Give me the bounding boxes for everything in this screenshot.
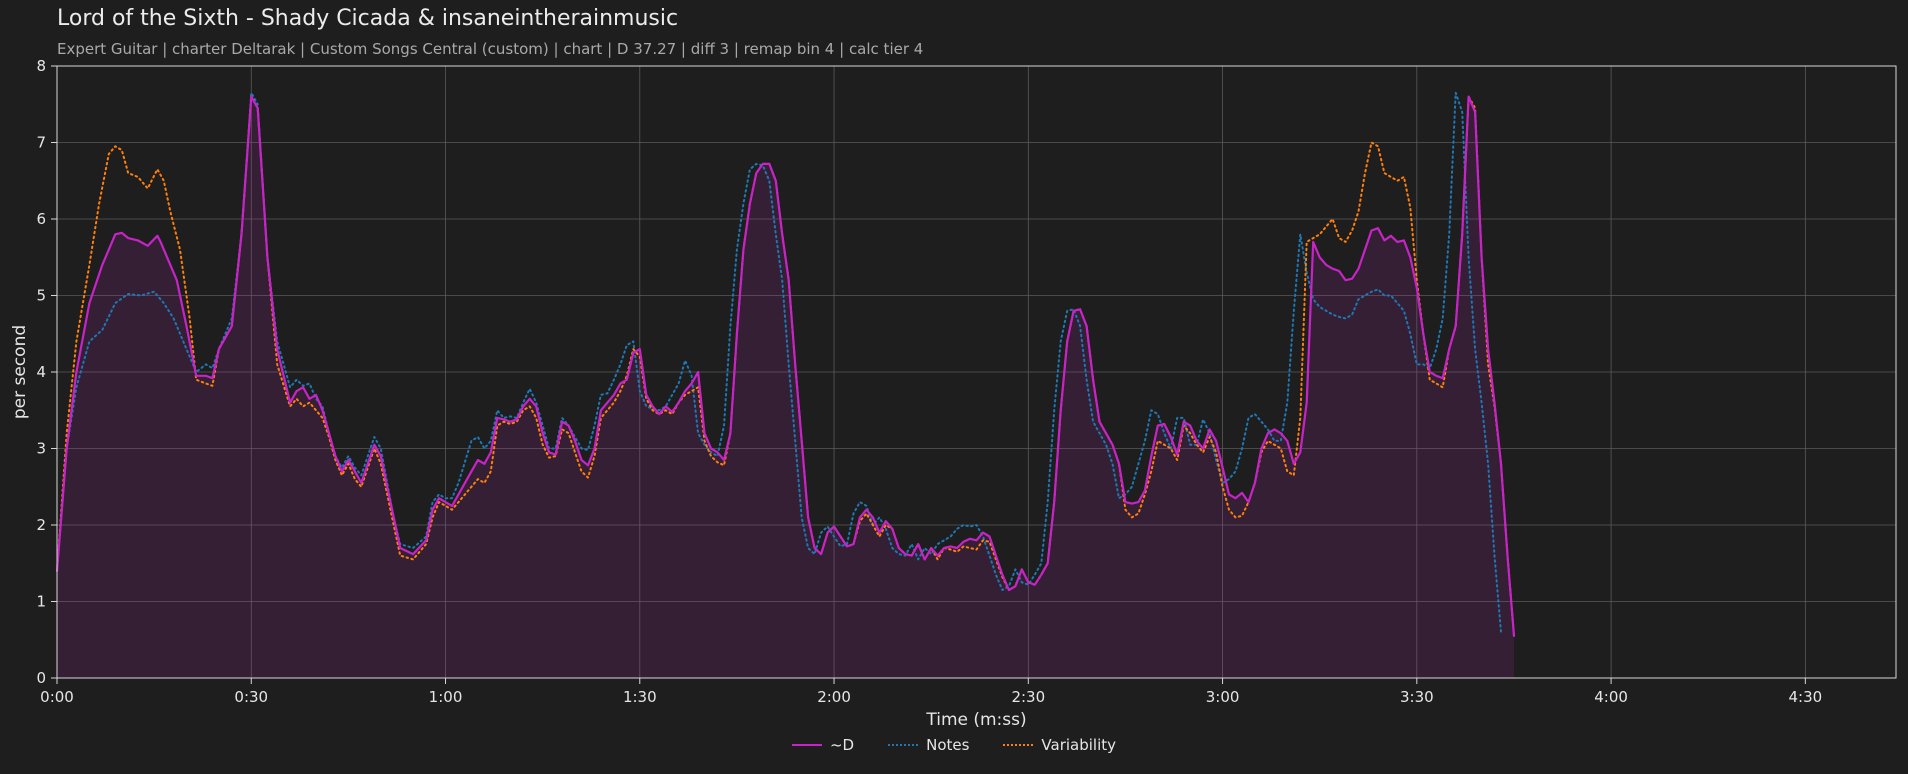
x-axis-label: Time (m:ss)	[925, 710, 1026, 730]
x-tick-label: 0:00	[40, 688, 74, 706]
legend: ~D Notes Variability	[0, 736, 1908, 754]
legend-item: Variability	[1003, 736, 1116, 754]
x-tick-label: 1:30	[623, 688, 657, 706]
x-tick-label: 2:30	[1011, 688, 1045, 706]
line-chart: 0:00 0:30 1:00 1:30 2:00 2:30 3:00 3:30 4:00 4:30…	[10, 57, 1897, 730]
y-tick-label: 0	[36, 669, 46, 687]
legend-swatch	[1003, 744, 1034, 746]
y-tick-label: 1	[36, 593, 46, 611]
y-tick-label: 2	[36, 516, 46, 534]
y-axis-label: per second	[10, 325, 30, 419]
x-tick-label: 4:00	[1594, 688, 1628, 706]
y-tick-label: 7	[36, 134, 46, 152]
x-tick-label: 4:30	[1789, 688, 1823, 706]
legend-label: ~D	[829, 736, 855, 754]
x-tick-label: 2:00	[817, 688, 851, 706]
x-tick-label: 3:30	[1400, 688, 1434, 706]
x-tick-label: 3:00	[1206, 688, 1240, 706]
legend-label: Notes	[926, 736, 970, 754]
legend-label: Variability	[1041, 736, 1117, 754]
x-tick-label: 1:00	[429, 688, 463, 706]
x-tick-label: 0:30	[234, 688, 268, 706]
series-area-fill	[57, 96, 1514, 679]
legend-item: Notes	[888, 736, 969, 754]
series-fill-area	[57, 96, 1514, 679]
y-tick-label: 4	[36, 363, 46, 381]
y-tick-label: 3	[36, 440, 46, 458]
y-tick-label: 5	[36, 287, 46, 305]
legend-swatch	[888, 744, 919, 746]
y-tick-label: 6	[36, 210, 46, 228]
y-tick-label: 8	[36, 57, 46, 75]
legend-item: ~D	[791, 736, 855, 754]
legend-swatch	[791, 744, 822, 746]
